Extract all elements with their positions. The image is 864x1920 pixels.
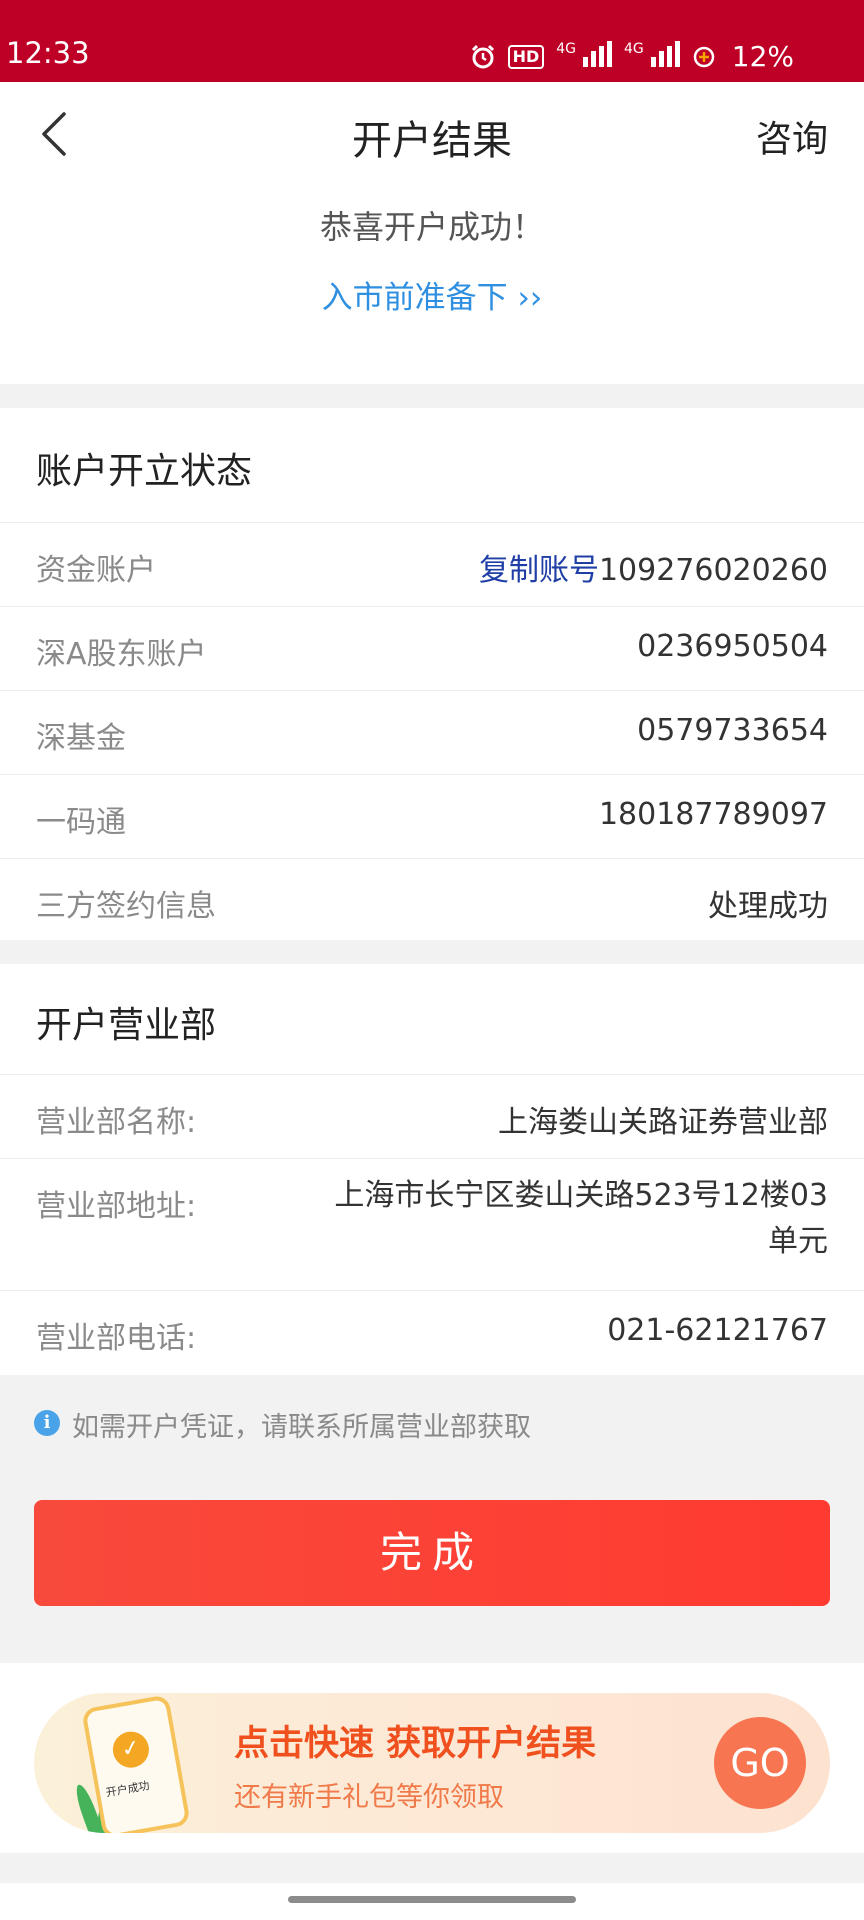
row-value: 0236950504 [637,629,828,664]
battery-level: 12% [731,40,794,73]
account-row-one-code: 一码通 180187789097 [0,774,864,859]
congrats-text: 恭喜开户成功！ [319,208,544,246]
account-status-card: 账户开立状态 资金账户 复制账号109276020260 深A股东账户 0236… [0,408,864,940]
bottom-divider [0,1853,864,1883]
account-status-title: 账户开立状态 [36,451,253,492]
info-icon: i [34,1410,60,1436]
status-icons: HD 4G 4G 12% [470,40,794,73]
hd-icon: HD [507,44,545,69]
address-line-2: 单元 [768,1224,828,1259]
section-divider [0,940,864,964]
row-value: 上海市长宁区娄山关路523号12楼03 单元 [334,1173,828,1265]
row-value: 上海娄山关路证券营业部 [498,1105,828,1140]
home-indicator[interactable] [288,1896,576,1903]
branch-title: 开户营业部 [36,1005,217,1046]
signal-4g-icon-1: 4G [556,40,612,73]
page-title: 开户结果 [352,118,512,164]
row-label: 三方签约信息 [36,889,216,924]
success-hero: 恭喜开户成功！ 入市前准备下 ›› [0,182,864,384]
fund-account-number: 109276020260 [598,553,828,588]
address-line-1: 上海市长宁区娄山关路523号12楼03 [334,1178,828,1213]
row-value: 复制账号109276020260 [479,545,828,589]
done-button[interactable]: 完成 [34,1500,830,1606]
consult-button[interactable]: 咨询 [756,110,828,162]
copy-account-button[interactable]: 复制账号 [479,553,599,588]
go-button[interactable]: GO [714,1717,806,1809]
row-label: 营业部名称: [36,1105,197,1140]
signal-4g-icon-2: 4G [624,40,680,73]
row-label: 深基金 [36,721,126,756]
section-divider [0,384,864,408]
row-value: 180187789097 [598,797,828,832]
phone-text: 开户成功 [104,1779,151,1800]
account-row-sz-fund: 深基金 0579733654 [0,690,864,775]
branch-row-address: 营业部地址: 上海市长宁区娄山关路523号12楼03 单元 [0,1158,864,1291]
row-label: 营业部电话: [36,1321,197,1356]
promo-section: ✓ 开户成功 点击快速 获取开户结果 还有新手礼包等你领取 GO [0,1663,864,1853]
branch-row-name: 营业部名称: 上海娄山关路证券营业部 [0,1074,864,1159]
network-type-1: 4G [556,40,576,57]
branch-row-phone: 营业部电话: 021-62121767 [0,1290,864,1376]
promo-banner[interactable]: ✓ 开户成功 点击快速 获取开户结果 还有新手礼包等你领取 GO [34,1693,830,1833]
phone-illustration: ✓ 开户成功 [81,1694,191,1833]
notice-text: 如需开户凭证，请联系所属营业部获取 [72,1412,531,1443]
promo-title: 点击快速 获取开户结果 [234,1724,597,1764]
notice-section: i 如需开户凭证，请联系所属营业部获取 完成 [0,1375,864,1663]
status-bar: 12:33 HD 4G 4G 12% [0,0,864,82]
account-row-fund: 资金账户 复制账号109276020260 [0,522,864,607]
account-row-sz-a: 深A股东账户 0236950504 [0,606,864,691]
row-label: 资金账户 [36,553,156,588]
network-type-2: 4G [624,40,644,57]
row-label: 营业部地址: [36,1189,197,1224]
row-label: 一码通 [36,805,126,840]
nav-bar: 开户结果 咨询 [0,82,864,182]
row-value: 0579733654 [637,713,828,748]
prepare-link[interactable]: 入市前准备下 ›› [0,272,864,317]
branch-card: 开户营业部 营业部名称: 上海娄山关路证券营业部 营业部地址: 上海市长宁区娄山… [0,964,864,1375]
branch-phone[interactable]: 021-62121767 [607,1313,828,1348]
promo-subtitle: 还有新手礼包等你领取 [234,1782,504,1813]
row-value: 处理成功 [708,889,828,924]
status-time: 12:33 [6,36,90,70]
battery-saver-icon [693,46,715,67]
row-label: 深A股东账户 [36,637,207,672]
check-icon: ✓ [110,1728,152,1771]
account-row-third-party: 三方签约信息 处理成功 [0,858,864,941]
alarm-icon [471,44,494,68]
